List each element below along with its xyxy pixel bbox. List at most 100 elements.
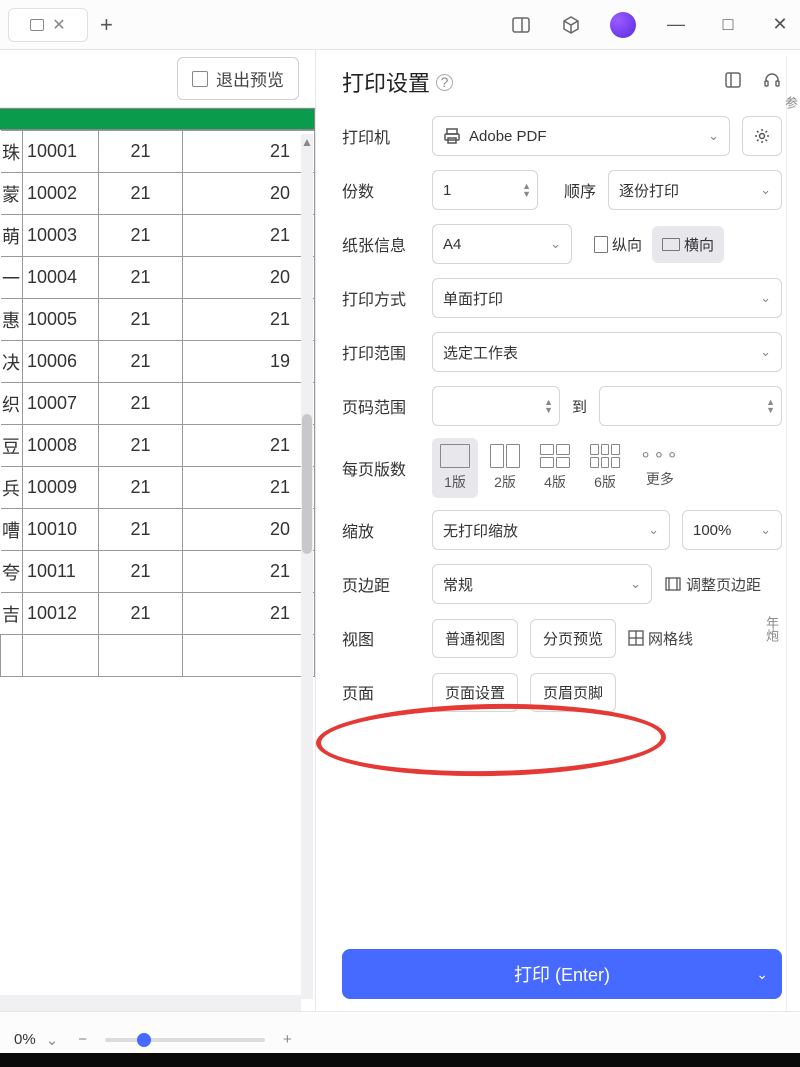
help-icon[interactable]: ? [436, 74, 453, 91]
close-button[interactable]: ✕ [768, 14, 792, 35]
table-row: 决100062119 [1, 341, 315, 383]
zoom-in-button[interactable]: + [283, 1031, 292, 1048]
margins-icon [664, 575, 682, 593]
view-label: 视图 [342, 626, 420, 650]
tab[interactable]: ✕ [8, 8, 88, 42]
panel-icon[interactable] [510, 14, 532, 36]
orientation-landscape[interactable]: 横向 [652, 226, 724, 263]
page-from-input[interactable]: ▲▼ [432, 386, 560, 426]
order-label: 顺序 [564, 178, 596, 202]
cube-icon[interactable] [560, 14, 582, 36]
table-row: 吉100122121 [1, 593, 315, 635]
pages-to-label: 到 [572, 396, 587, 417]
zoom-select[interactable]: 无打印缩放⌄ [432, 510, 670, 550]
page-label: 页面 [342, 680, 420, 704]
layout-6[interactable]: 6版 [582, 438, 628, 498]
paper-label: 纸张信息 [342, 232, 420, 256]
copies-label: 份数 [342, 178, 420, 202]
print-button[interactable]: 打印 (Enter) ⌄ [342, 949, 782, 999]
chevron-down-icon: ⌄ [760, 182, 771, 198]
copies-input[interactable]: 1 ▲▼ [432, 170, 538, 210]
mode-select[interactable]: 单面打印⌄ [432, 278, 782, 318]
view-page-button[interactable]: 分页预览 [530, 619, 616, 658]
spinner-icon[interactable]: ▲▼ [522, 182, 531, 198]
preview-table: 珠100012121蒙100022120萌100032121一100042120… [0, 130, 315, 677]
zoom-out-button[interactable]: − [78, 1031, 87, 1048]
adjust-margins-button[interactable]: 调整页边距 [664, 574, 761, 595]
portrait-icon [594, 236, 608, 253]
printer-select[interactable]: Adobe PDF ⌄ [432, 116, 730, 156]
chevron-down-icon: ⌄ [760, 344, 771, 360]
order-select[interactable]: 逐份打印⌄ [608, 170, 782, 210]
preview-pane: 退出预览 珠100012121蒙100022120萌100032121一1000… [0, 50, 315, 1011]
table-row: 珠100012121 [1, 131, 315, 173]
layout-4[interactable]: 4版 [532, 438, 578, 498]
page-setup-button[interactable]: 页面设置 [432, 673, 518, 712]
table-row: 豆100082121 [1, 425, 315, 467]
margin-label: 页边距 [342, 572, 420, 596]
layout-1[interactable]: 1版 [432, 438, 478, 498]
spinner-icon[interactable]: ▲▼ [544, 398, 553, 414]
zoom-label: 缩放 [342, 518, 420, 542]
range-select[interactable]: 选定工作表⌄ [432, 332, 782, 372]
orientation-portrait[interactable]: 纵向 [584, 226, 652, 263]
table-row: 织1000721 [1, 383, 315, 425]
printer-icon [443, 127, 461, 145]
chevron-down-icon: ⌄ [630, 576, 641, 592]
panel-title: 打印设置 [342, 66, 430, 98]
slider-knob[interactable] [137, 1033, 151, 1047]
printer-label: 打印机 [342, 124, 420, 148]
maximize-button[interactable]: □ [716, 14, 740, 35]
monitor-icon [30, 19, 44, 31]
layout-icon[interactable] [724, 71, 742, 94]
minimize-button[interactable]: — [664, 14, 688, 35]
more-icon: ∘∘∘ [640, 444, 680, 465]
exit-preview-button[interactable]: 退出预览 [177, 57, 299, 100]
chevron-down-icon[interactable]: ⌄ [46, 1031, 59, 1049]
exit-icon [192, 71, 208, 87]
grid-icon [628, 630, 644, 646]
table-row: 兵100092121 [1, 467, 315, 509]
margin-select[interactable]: 常规⌄ [432, 564, 652, 604]
scrollbar-thumb[interactable] [302, 414, 312, 554]
tab-close-icon[interactable]: ✕ [52, 15, 65, 35]
gear-icon [753, 127, 771, 145]
titlebar: ✕ + — □ ✕ [0, 0, 800, 50]
chevron-down-icon: ⌄ [648, 522, 659, 538]
header-footer-button[interactable]: 页眉页脚 [530, 673, 616, 712]
layout-2[interactable]: 2版 [482, 438, 528, 498]
vertical-scrollbar[interactable]: ▲ [301, 134, 313, 999]
headset-icon[interactable] [762, 70, 782, 95]
paper-select[interactable]: A4⌄ [432, 224, 572, 264]
spinner-icon[interactable]: ▲▼ [766, 398, 775, 414]
chevron-down-icon: ⌄ [550, 236, 561, 252]
table-header-bar [0, 108, 315, 130]
layout-label: 每页版数 [342, 456, 420, 480]
side-tabs[interactable]: 参 年炮 [786, 56, 800, 1011]
print-settings-panel: 打印设置 ? 打印机 Adobe PDF ⌄ 份数 1 ▲▼ 顺序 逐份打印⌄ [315, 50, 800, 1011]
gridlines-button[interactable]: 网格线 [628, 628, 693, 649]
chevron-down-icon: ⌄ [760, 522, 771, 538]
table-row: 一100042120 [1, 257, 315, 299]
zoom-slider[interactable] [105, 1038, 265, 1042]
chevron-down-icon: ⌄ [760, 290, 771, 306]
new-tab-button[interactable]: + [100, 12, 113, 38]
table-row: 萌100032121 [1, 215, 315, 257]
printer-settings-button[interactable] [742, 116, 782, 156]
mode-label: 打印方式 [342, 286, 420, 310]
taskbar [0, 1053, 800, 1067]
range-label: 打印范围 [342, 340, 420, 364]
horizontal-scrollbar[interactable] [0, 995, 301, 1011]
landscape-icon [662, 238, 680, 251]
table-row: 夸100112121 [1, 551, 315, 593]
table-row: 嘈100102120 [1, 509, 315, 551]
avatar[interactable] [610, 12, 636, 38]
page-to-input[interactable]: ▲▼ [599, 386, 782, 426]
view-normal-button[interactable]: 普通视图 [432, 619, 518, 658]
layout-more[interactable]: ∘∘∘更多 [632, 438, 688, 498]
table-row: 蒙100022120 [1, 173, 315, 215]
chevron-down-icon: ⌄ [708, 128, 719, 144]
table-row: 惠100052121 [1, 299, 315, 341]
zoom-pct-select[interactable]: 100%⌄ [682, 510, 782, 550]
pages-label: 页码范围 [342, 394, 420, 418]
